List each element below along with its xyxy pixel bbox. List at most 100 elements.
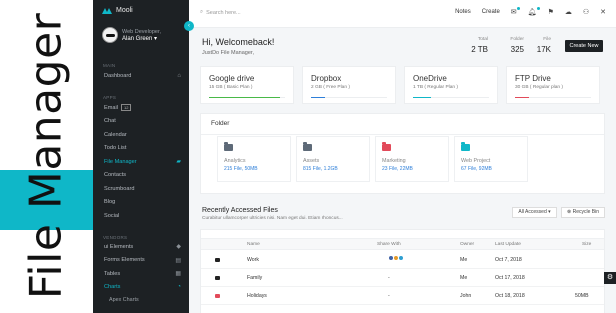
sidebar-item-social[interactable]: Social	[93, 209, 189, 223]
folder-card-web-project[interactable]: Web Project 67 File, 92MB	[454, 136, 528, 182]
folder-panel: Folder Analytics 215 File, 50MB Assets 815 …	[200, 113, 605, 194]
sidebar-item-ui-elements[interactable]: ui Elements ◆	[93, 240, 189, 254]
diamond-icon: ◆	[176, 244, 181, 251]
chevron-down-icon: ▾	[154, 35, 158, 42]
col-share[interactable]: Share With	[377, 242, 401, 247]
cell-owner: John	[460, 293, 472, 299]
cell-share: -	[388, 293, 390, 299]
col-size[interactable]: Size	[582, 242, 591, 247]
section-label-main: MAIN	[103, 63, 116, 68]
charts-subnav: Apex Charts	[93, 294, 189, 306]
cloud-card-onedrive[interactable]: OneDrive 1 TB ( Regular Plan )	[404, 66, 498, 104]
sidebar-item-label: Todo List	[104, 145, 127, 152]
cloud-name: Dropbox	[311, 74, 342, 83]
sidebar-item-dashboard[interactable]: Dashboard ⌂	[93, 69, 189, 83]
sidebar-toggle-button[interactable]: ‹	[184, 21, 194, 31]
folder-icon	[224, 142, 233, 151]
app-logo[interactable]: Mooli	[102, 7, 133, 14]
cell-owner: Me	[460, 257, 468, 263]
storage-progress	[311, 96, 387, 98]
user-profile[interactable]: Web Developer, Alan Green ▾	[102, 27, 161, 43]
chevron-left-icon: ‹	[188, 23, 190, 29]
chat-icon[interactable]: ☁	[565, 8, 572, 16]
users-icon[interactable]: ⚇	[583, 8, 589, 16]
cloud-plan: 30 GB ( Regular plan )	[515, 85, 563, 90]
flag-icon[interactable]: ⚑	[548, 8, 554, 16]
folder-icon	[215, 258, 220, 262]
sidebar-item-tables[interactable]: Tables ▦	[93, 267, 189, 281]
search-box[interactable]: ⌕ Search here...	[200, 9, 241, 16]
main-nav: Dashboard ⌂	[93, 69, 189, 83]
folder-card-marketing[interactable]: Marketing 23 File, 22MB	[375, 136, 449, 182]
table-row[interactable]	[201, 305, 604, 313]
search-input[interactable]: Search here...	[206, 10, 241, 16]
col-owner[interactable]: Owner	[460, 242, 474, 247]
sidebar-item-scrumboard[interactable]: Scrumboard	[93, 182, 189, 196]
cloud-plan: 15 GB ( Basic Plan )	[209, 85, 253, 90]
storage-progress	[515, 96, 591, 98]
folder-card-analytics[interactable]: Analytics 215 File, 50MB	[217, 136, 291, 182]
settings-gear-icon[interactable]: ⚙	[604, 272, 616, 284]
cell-share: -	[388, 275, 390, 281]
folder-icon	[215, 294, 220, 298]
sidebar-item-forms-elements[interactable]: Forms Elements ▤	[93, 254, 189, 268]
table-row[interactable]: Family Me Oct 17, 2018 -	[201, 269, 604, 287]
banner-title: File Manager	[20, 12, 72, 300]
folder-icon	[382, 142, 391, 151]
sidebar-item-email[interactable]: Email 12	[93, 101, 189, 115]
table-row[interactable]: Holidays John Oct 18, 2018 50MB -	[201, 287, 604, 305]
folder-card-assets[interactable]: Assets 815 File, 1.2GB	[296, 136, 370, 182]
sidebar-item-file-manager[interactable]: File Manager ▰	[93, 155, 189, 169]
col-name[interactable]: Name	[247, 242, 260, 247]
avatar	[102, 27, 118, 43]
create-new-button[interactable]: Create New	[565, 40, 603, 52]
cell-date: Oct 17, 2018	[495, 275, 525, 281]
user-name[interactable]: Alan Green ▾	[122, 35, 161, 42]
cloud-card-ftp-drive[interactable]: FTP Drive 30 GB ( Regular plan )	[506, 66, 600, 104]
sidebar-subitem-apex-charts[interactable]: Apex Charts	[93, 294, 189, 306]
stat-folder: Folder 325	[510, 37, 524, 54]
sidebar-item-label: Charts	[104, 284, 121, 291]
create-link[interactable]: Create	[482, 9, 500, 15]
cloud-plan: 2 GB ( Free Plan )	[311, 85, 350, 90]
sidebar-item-calendar[interactable]: Calendar	[93, 128, 189, 142]
sidebar-item-label: Scrumboard	[104, 185, 135, 192]
folder-info: 215 File, 50MB	[224, 166, 258, 172]
cell-name[interactable]: Family	[247, 275, 262, 281]
sidebar-item-label: ui Elements	[104, 243, 134, 250]
cell-name[interactable]: Work	[247, 257, 259, 263]
sidebar-item-label: Chat	[104, 118, 116, 125]
sidebar-item-label: Tables	[104, 270, 121, 277]
avatar	[398, 255, 404, 261]
recent-files-table: Name Share With Owner Last Update Size W…	[200, 229, 605, 313]
section-label-apps: APPS	[103, 95, 117, 100]
table-row[interactable]: Work Me Oct 7, 2018	[201, 251, 604, 269]
mail-icon[interactable]: ✉	[511, 7, 520, 16]
sidebar-item-contacts[interactable]: Contacts	[93, 169, 189, 183]
filter-dropdown[interactable]: All Accessed ▾	[512, 207, 557, 218]
welcome-title: Hi, Welcomeback!	[202, 37, 275, 47]
cloud-plan: 1 TB ( Regular Plan )	[413, 85, 458, 90]
recycle-bin-button[interactable]: ⊗ Recycle Bin	[561, 207, 605, 218]
folder-info: 67 File, 92MB	[461, 166, 492, 172]
promo-banner: File Manager	[0, 0, 93, 313]
bell-icon[interactable]: 🔔︎	[528, 7, 540, 16]
sidebar-item-blog[interactable]: Blog	[93, 196, 189, 210]
app-root: File Manager Mooli Web Developer, Alan G…	[0, 0, 616, 313]
cell-size: 50MB	[575, 293, 589, 299]
sidebar-item-chat[interactable]: Chat	[93, 115, 189, 129]
cloud-card-dropbox[interactable]: Dropbox 2 GB ( Free Plan )	[302, 66, 396, 104]
sidebar-item-charts[interactable]: Charts ◔	[93, 281, 189, 295]
col-updated[interactable]: Last Update	[495, 242, 521, 247]
grid-icon: ▦	[175, 271, 181, 278]
logo-icon	[102, 7, 112, 14]
cloud-card-google-drive[interactable]: Google drive 15 GB ( Basic Plan )	[200, 66, 294, 104]
notes-link[interactable]: Notes	[455, 9, 471, 15]
folder-name: Assets	[303, 158, 320, 164]
storage-progress	[413, 96, 489, 98]
fullscreen-icon[interactable]: ✕	[600, 8, 606, 16]
cell-name[interactable]: Holidays	[247, 293, 267, 299]
apps-nav: Email 12 Chat Calendar Todo List File Manager…	[93, 101, 189, 223]
cloud-name: Google drive	[209, 74, 255, 83]
sidebar-item-todo-list[interactable]: Todo List	[93, 142, 189, 156]
